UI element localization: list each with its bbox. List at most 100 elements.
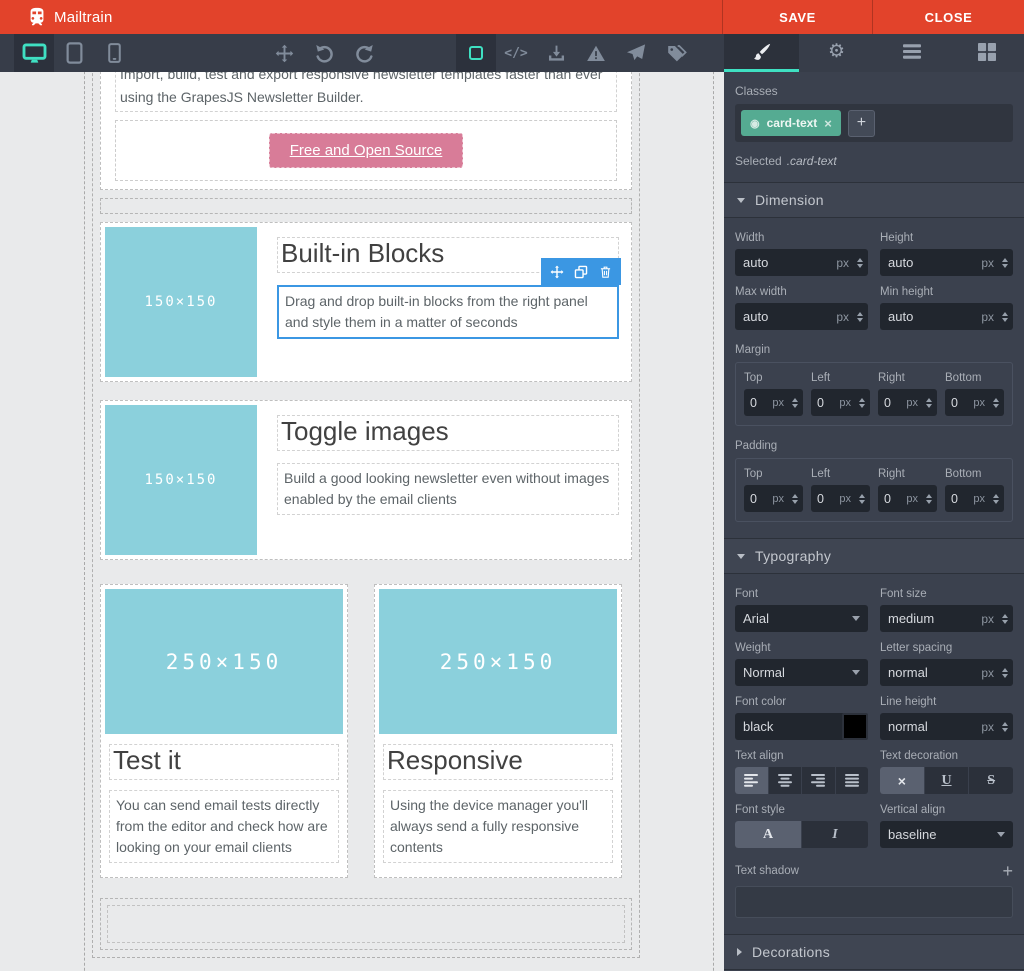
tab-layers[interactable] [874,34,949,72]
decoration-strikethrough-button[interactable]: S [969,767,1013,794]
device-desktop-button[interactable] [14,34,54,72]
placeholder-image[interactable]: 150×150 [105,405,257,555]
margin-top-input[interactable]: 0px [744,389,803,416]
padding-right-input[interactable]: 0px [878,485,937,512]
empty-row[interactable] [100,198,632,214]
padding-left-stepper[interactable] [854,485,870,512]
decoration-underline-button[interactable]: U [925,767,970,794]
editor-canvas[interactable]: Import, build, test and export responsiv… [0,72,724,971]
add-class-button[interactable]: + [848,110,875,137]
style-normal-button[interactable]: A [735,821,802,848]
tab-style-manager[interactable] [724,34,799,72]
class-remove-icon[interactable]: × [824,116,832,131]
align-right-button[interactable] [802,767,836,794]
placeholder-image[interactable]: 250×150 [105,589,343,734]
font-color-input[interactable]: black [735,713,868,740]
card-text[interactable]: Using the device manager you'll always s… [383,790,613,863]
intro-text[interactable]: Import, build, test and export responsiv… [115,72,617,112]
width-stepper[interactable] [852,249,868,276]
warning-button[interactable] [576,34,616,72]
align-center-button[interactable] [769,767,803,794]
font-size-input[interactable]: medium px [880,605,1013,632]
color-swatch[interactable] [842,713,868,740]
padding-bottom-input[interactable]: 0px [945,485,1004,512]
decoration-none-button[interactable]: × [880,767,925,794]
empty-footer-row[interactable] [100,898,632,950]
align-left-button[interactable] [735,767,769,794]
save-button[interactable]: SAVE [722,0,872,34]
margin-left-input[interactable]: 0px [811,389,870,416]
line-height-stepper[interactable] [997,713,1013,740]
section-dimension-header[interactable]: Dimension [724,182,1024,218]
tab-blocks[interactable] [949,34,1024,72]
min-height-stepper[interactable] [997,303,1013,330]
font-select[interactable]: Arial [735,605,868,632]
vertical-align-select[interactable]: baseline [880,821,1013,848]
height-stepper[interactable] [997,249,1013,276]
placeholder-image[interactable]: 150×150 [105,227,257,377]
class-target-icon[interactable]: ◉ [750,117,760,130]
text-shadow-layers[interactable] [735,886,1013,918]
tab-settings[interactable]: ⚙ [799,34,874,72]
max-width-input[interactable]: auto px [735,303,868,330]
padding-left-input[interactable]: 0px [811,485,870,512]
send-test-button[interactable] [616,34,656,72]
align-justify-button[interactable] [836,767,869,794]
weight-select[interactable]: Normal [735,659,868,686]
builtin-blocks-card[interactable]: 150×150 Built-in Blocks [100,222,632,382]
margin-bottom-stepper[interactable] [988,389,1004,416]
toggle-borders-button[interactable] [456,34,496,72]
margin-left-stepper[interactable] [854,389,870,416]
margin-right-input[interactable]: 0px [878,389,937,416]
section-typography-header[interactable]: Typography [724,538,1024,574]
component-copy-button[interactable] [569,258,593,285]
undo-button[interactable] [304,34,344,72]
selected-card-text[interactable]: Drag and drop built-in blocks from the r… [277,285,619,339]
card-title[interactable]: Responsive [383,744,613,780]
redo-button[interactable] [344,34,384,72]
padding-bottom-stepper[interactable] [988,485,1004,512]
height-input[interactable]: auto px [880,249,1013,276]
class-tag-card-text[interactable]: ◉ card-text × [741,110,841,136]
margin-right-stepper[interactable] [921,389,937,416]
letter-spacing-input[interactable]: normal px [880,659,1013,686]
padding-right-stepper[interactable] [921,485,937,512]
margin-top-stepper[interactable] [787,389,803,416]
device-tablet-button[interactable] [54,34,94,72]
card-text[interactable]: Build a good looking newsletter even wit… [277,463,619,515]
button-cell[interactable]: Free and Open Source [115,120,617,181]
card-title[interactable]: Toggle images [277,415,619,451]
import-button[interactable] [536,34,576,72]
placeholder-image[interactable]: 250×150 [379,589,617,734]
card-title[interactable]: Test it [109,744,339,780]
padding-top-stepper[interactable] [787,485,803,512]
intro-section[interactable]: Import, build, test and export responsiv… [100,72,632,190]
toggle-images-card[interactable]: 150×150 Toggle images Build a good looki… [100,400,632,560]
open-source-button[interactable]: Free and Open Source [269,133,464,168]
merge-tags-button[interactable] [656,34,696,72]
newsletter-body[interactable]: Import, build, test and export responsiv… [84,72,714,971]
font-size-stepper[interactable] [997,605,1013,632]
component-delete-button[interactable] [593,258,617,285]
add-text-shadow-button[interactable]: + [1002,862,1013,880]
letter-spacing-stepper[interactable] [997,659,1013,686]
classes-field[interactable]: ◉ card-text × + [735,104,1013,142]
responsive-card[interactable]: 250×150 Responsive Using the device mana… [374,584,622,878]
fullscreen-move-button[interactable] [264,34,304,72]
device-mobile-button[interactable] [94,34,134,72]
padding-top-input[interactable]: 0px [744,485,803,512]
margin-bottom-input[interactable]: 0px [945,389,1004,416]
max-width-stepper[interactable] [852,303,868,330]
width-input[interactable]: auto px [735,249,868,276]
line-height-input[interactable]: normal px [880,713,1013,740]
newsletter-container[interactable]: Import, build, test and export responsiv… [92,72,640,958]
empty-footer-cell[interactable] [107,905,625,943]
open-code-button[interactable]: </> [496,34,536,72]
close-button[interactable]: CLOSE [872,0,1024,34]
test-it-card[interactable]: 250×150 Test it You can send email tests… [100,584,348,878]
min-height-input[interactable]: auto px [880,303,1013,330]
component-move-button[interactable] [545,258,569,285]
section-decorations-header[interactable]: Decorations [724,934,1024,970]
card-text[interactable]: You can send email tests directly from t… [109,790,339,863]
style-italic-button[interactable]: I [802,821,868,848]
